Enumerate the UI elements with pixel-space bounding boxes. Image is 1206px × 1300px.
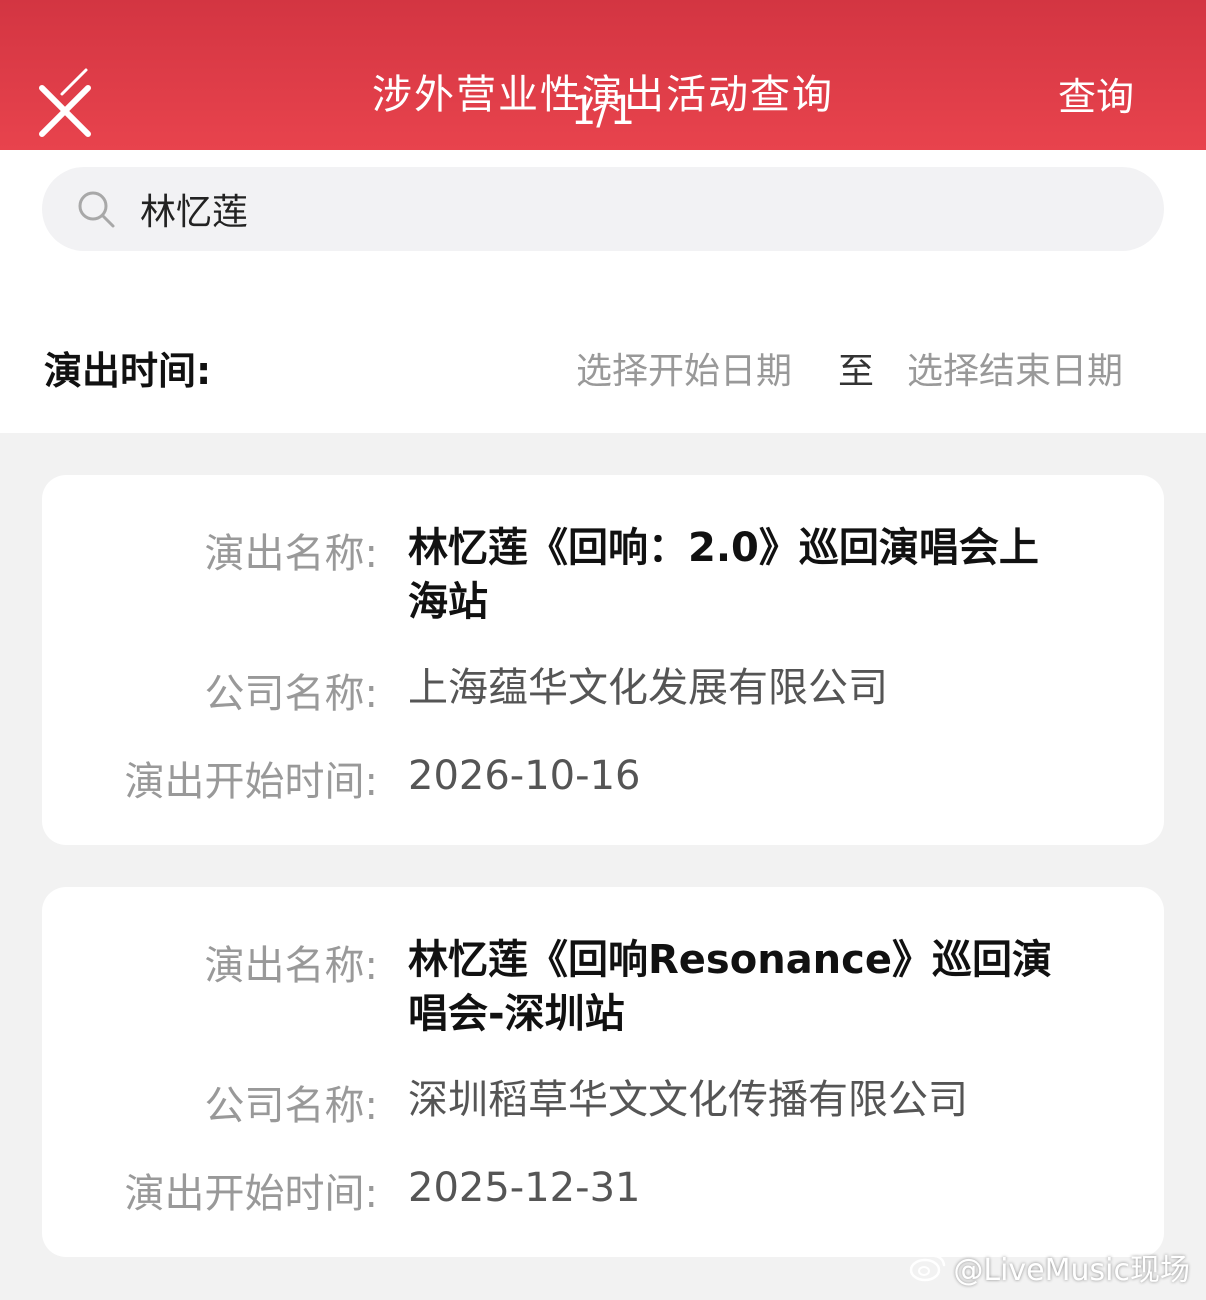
watermark-text: @LiveMusic现场	[953, 1252, 1190, 1288]
app-header: 涉外营业性演出活动查询 1/1 查询	[0, 0, 1206, 150]
start-time-value: 2025-12-31	[408, 1165, 641, 1211]
start-date-picker[interactable]: 选择开始日期	[576, 342, 792, 394]
start-time-value: 2026-10-16	[408, 753, 641, 799]
performance-name-label: 演出名称:	[204, 531, 378, 577]
weibo-logo-icon	[909, 1252, 947, 1290]
result-card[interactable]: 演出名称: 林忆莲《回响Resonance》巡回演唱会-深圳站 公司名称: 深圳…	[42, 887, 1164, 1257]
watermark: @LiveMusic现场	[909, 1245, 1190, 1291]
query-button[interactable]: 查询	[1058, 66, 1134, 121]
date-range-separator: 至	[838, 351, 875, 392]
search-input[interactable]	[140, 181, 1120, 237]
company-name: 深圳稻草华文文化传播有限公司	[408, 1077, 968, 1123]
result-card[interactable]: 演出名称: 林忆莲《回响：2.0》巡回演唱会上海站 公司名称: 上海蕴华文化发展…	[42, 475, 1164, 845]
company-label: 公司名称:	[204, 1083, 378, 1129]
filter-panel: 演出时间: 选择开始日期 至 选择结束日期	[0, 150, 1206, 433]
company-label: 公司名称:	[204, 671, 378, 717]
end-date-picker[interactable]: 选择结束日期	[907, 342, 1123, 394]
company-name: 上海蕴华文化发展有限公司	[408, 665, 888, 711]
performance-name: 林忆莲《回响Resonance》巡回演唱会-深圳站	[408, 937, 1053, 1037]
time-filter-label: 演出时间:	[44, 349, 212, 393]
performance-name: 林忆莲《回响：2.0》巡回演唱会上海站	[408, 525, 1039, 625]
start-time-label: 演出开始时间:	[124, 1171, 378, 1217]
search-icon	[78, 191, 115, 228]
search-bar[interactable]	[42, 167, 1164, 251]
start-time-label: 演出开始时间:	[124, 759, 378, 805]
page-indicator: 1/1	[570, 88, 636, 134]
performance-name-label: 演出名称:	[204, 943, 378, 989]
